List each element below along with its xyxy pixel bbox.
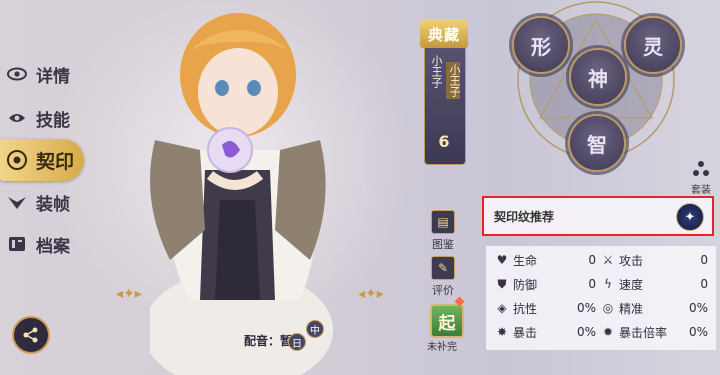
resist-icon: ◈ [497,301,507,315]
nav-item-label: 详情 [36,66,70,87]
stat-crit-rate: ✹ 暴击倍率 0% [600,322,708,342]
seal-recommend-button[interactable]: 契印纹推荐 ✦ [482,196,714,236]
share-button[interactable] [12,316,50,354]
codex-button[interactable]: ▤ 图鉴 [428,210,458,252]
nav-item-label: 装帧 [36,194,70,215]
character-illustration [150,13,333,375]
stat-defense: ⛊ 防御 0 [494,274,596,294]
suit-icon [693,161,709,176]
recommend-label: 契印纹推荐 [494,209,555,224]
shield-icon: ⛊ [497,276,507,291]
share-icon [23,327,38,343]
codex-label: 图鉴 [432,238,454,251]
target-icon: ◎ [602,301,614,315]
stat-hp: ♥ 生命 0 [494,250,596,270]
character-title: 小王子 [430,55,443,88]
review-icon: ✎ [431,256,455,280]
suit-button[interactable]: 套装 [686,160,716,196]
stats-panel: ♥ 生命 0 ⛊ 防御 0 ◈ 抗性 0% ✸ 暴击 0% ⚔ 攻击 0 ϟ 速度 0 ◎ 精… [486,246,716,350]
nav-item-seal[interactable]: 契印 [0,139,84,181]
eye-icon [6,63,28,85]
nav-item-frame[interactable]: 装帧 [6,185,70,219]
nav-item-skills[interactable]: 技能 [6,101,70,135]
nav-item-label: 技能 [36,110,70,131]
ornament-left: ◂✦▸ [116,286,142,302]
awaken-button[interactable]: 起 [430,304,464,338]
ornament-right: ◂✦▸ [358,286,384,302]
stat-speed: ϟ 速度 0 [600,274,708,294]
lang-cn-button[interactable]: 中 [306,320,324,338]
archive-icon [6,233,28,255]
nav-item-details[interactable]: 详情 [6,57,70,91]
rune-spirit[interactable]: 灵 [624,16,682,74]
suit-label: 套装 [691,185,711,196]
sword-icon: ⚔ [602,253,614,267]
rune-divine[interactable]: 神 [569,48,627,106]
stat-resist: ◈ 抗性 0% [494,298,596,318]
review-button[interactable]: ✎ 评价 [428,256,458,298]
stat-attack: ⚔ 攻击 0 [600,250,708,270]
stat-accuracy: ◎ 精准 0% [600,298,708,318]
collection-badge: 典藏 [420,20,468,48]
frame-icon [6,191,28,213]
rune-form[interactable]: 形 [512,16,570,74]
nav-item-label: 档案 [36,236,70,257]
crit-rate-icon: ✹ [602,325,614,339]
skill-icon [6,107,28,129]
nav-item-archive[interactable]: 档案 [6,227,70,261]
crit-icon: ✸ [496,325,508,339]
compass-icon: ✦ [676,203,704,231]
book-icon: ▤ [431,210,455,234]
character-level: 6 [438,132,450,151]
rune-wisdom[interactable]: 智 [568,114,626,172]
lang-jp-button[interactable]: 日 [288,333,306,351]
speed-icon: ϟ [604,277,612,291]
rune-wheel: 形 灵 神 智 [492,0,720,172]
stat-crit: ✸ 暴击 0% [494,322,596,342]
review-label: 评价 [432,284,454,297]
nav-item-label: 契印 [36,150,75,173]
heart-icon: ♥ [496,253,508,267]
seal-icon [6,149,28,171]
awaken-status: 未补完 [427,342,457,353]
character-name: 小王子 [446,62,461,99]
